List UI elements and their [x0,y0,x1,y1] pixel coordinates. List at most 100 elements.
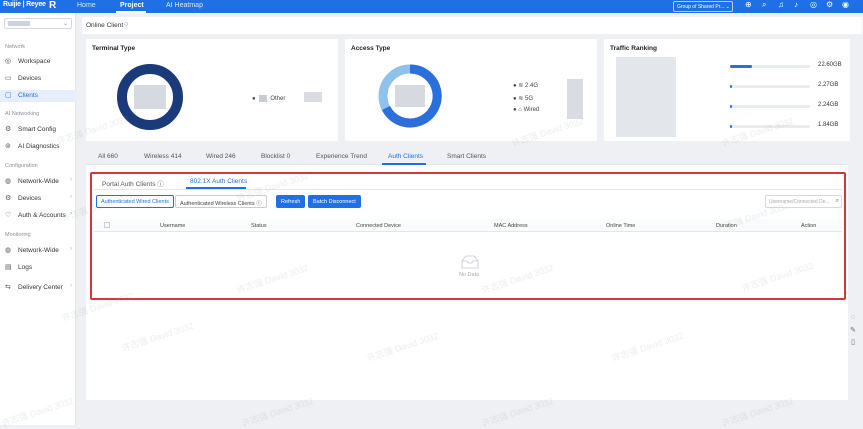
sidebar-item-workspace[interactable]: ◎ Workspace [0,56,76,68]
authenticated-wireless-clients-button[interactable]: Authenticated Wireless Clients ⓘ [175,195,267,208]
sidebar-item-smart-config[interactable]: ⚙ Smart Config [0,124,76,136]
wired-icon: ⌂ [518,107,522,113]
traffic-bar-track [730,85,810,88]
traffic-value: 22.60GB [818,62,842,68]
sidebar-item-logs[interactable]: ▤ Logs [0,262,76,274]
chevron-right-icon: › [70,194,72,200]
sidebar-item-label: AI Diagnostics [18,143,60,150]
logs-icon: ▤ [5,264,12,271]
traffic-value: 2.24GB [818,102,839,108]
user-icon[interactable]: ◉ [842,0,849,9]
sidebar-item-label: Smart Config [18,126,56,133]
search-icon[interactable]: ⌕ [762,0,766,10]
search-icon[interactable]: ⌕ [836,198,839,205]
ai-diagnostics-icon: ⊚ [5,143,11,150]
tab-blocklist[interactable]: Blocklist 0 [261,153,290,160]
terminal-type-card: Terminal Type ● Other [86,39,338,141]
legend-label: 5G [525,96,534,102]
chevron-right-icon: › [70,283,72,289]
access-type-donut [378,64,442,128]
client-tabs: All 660 Wireless 414 Wired 246 Blocklist… [86,149,846,165]
refresh-icon[interactable]: ○ [124,21,128,28]
feedback-icon[interactable]: ✎ [846,326,860,338]
tab-portal-auth-clients[interactable]: Portal Auth Clients ⓘ [102,178,164,188]
help-icon[interactable]: ⓘ [157,181,164,188]
batch-disconnect-button[interactable]: Batch Disconnect [308,195,361,208]
sidebar-item-label: Network-Wide [18,178,59,185]
blurred-client-names [616,57,676,137]
column-action[interactable]: Action [801,223,816,229]
site-select[interactable]: ⌄ [4,18,72,29]
settings-icon[interactable]: ⚙ [826,0,833,9]
sidebar-item-clients[interactable]: ▢ Clients [0,90,76,102]
auth-accounts-icon: ♡ [5,212,12,219]
sidebar-item-devices-config[interactable]: ⚙ Devices › [0,193,76,205]
traffic-value: 2.27GB [818,82,839,88]
sidebar-item-network-wide[interactable]: ◍ Network-Wide › [0,176,76,188]
sidebar-item-label: Devices [18,75,42,82]
tab-dot1x-auth-clients[interactable]: 802.1X Auth Clients [190,178,247,185]
network-wide-icon: ◍ [5,178,12,185]
sidebar-item-label: Logs [18,264,33,271]
tab-smart-clients[interactable]: Smart Clients [447,153,486,160]
refresh-button[interactable]: Refresh [276,195,306,208]
column-online-time[interactable]: Online Time [606,223,635,229]
search-input[interactable]: Username/Connected De... ⌕ [765,195,842,208]
table-header: Username Status Connected Device MAC Add… [94,219,842,232]
column-status[interactable]: Status [251,223,267,229]
wifi-icon: ≋ [518,96,524,102]
group-select-value: Group of Shared Pr... [677,4,725,10]
group-select[interactable]: Group of Shared Pr... ⌄ [673,1,733,12]
page-header: Online Client ○ [82,17,862,34]
column-connected-device[interactable]: Connected Device [356,223,401,229]
no-data-text: No Data [459,272,480,278]
clipboard-icon[interactable]: ▯ [846,338,860,350]
chevron-down-icon: ⌄ [62,21,68,27]
sidebar-item-monitor-network-wide[interactable]: ◍ Network-Wide › [0,245,76,257]
section-ai-networking: AI Networking [5,111,40,117]
globe-icon[interactable]: ◎ [810,0,817,9]
sidebar-item-auth-accounts[interactable]: ♡ Auth & Accounts › [0,210,76,222]
nav-project[interactable]: Project [120,2,144,9]
sidebar-item-ai-diagnostics[interactable]: ⊚ AI Diagnostics [0,141,76,153]
highlight-box [90,172,846,300]
tab-wired[interactable]: Wired 246 [206,153,236,160]
button-label: Authenticated Wireless Clients [180,201,255,207]
sidebar-item-label: Delivery Center [18,284,63,291]
select-all-checkbox[interactable] [104,222,110,228]
chat-icon[interactable]: ◌ [846,314,860,326]
top-navigation-bar: Ruijie | Reyee R Home Project AI Heatmap… [0,0,863,13]
column-username[interactable]: Username [160,223,185,229]
tab-wireless[interactable]: Wireless 414 [144,153,182,160]
sidebar-item-delivery-center[interactable]: ⇆ Delivery Center › [0,282,76,294]
wifi-icon: ≋ [518,83,524,89]
tab-experience-trend[interactable]: Experience Trend [316,153,367,160]
tab-auth-clients[interactable]: Auth Clients [388,153,423,160]
logo[interactable]: Ruijie | Reyee [3,1,46,8]
column-mac-address[interactable]: MAC Address [494,223,528,229]
terminal-type-donut [117,64,183,130]
column-duration[interactable]: Duration [716,223,737,229]
tab-all[interactable]: All 660 [98,153,118,160]
nav-home[interactable]: Home [77,2,96,9]
bell-icon[interactable]: ♪ [794,0,798,9]
traffic-bar [730,125,732,128]
info-icon: ⓘ [256,201,262,207]
traffic-row: 22.60GB [730,62,850,70]
authenticated-wired-clients-button[interactable]: Authenticated Wired Clients [96,195,174,208]
devices-config-icon: ⚙ [5,195,12,202]
add-icon[interactable]: ⊕ [745,0,752,9]
sidebar-item-devices[interactable]: ▭ Devices [0,73,76,85]
access-type-card: Access Type ● ≋ 2.4G ● ≋ 5G ● ⌂ Wired [345,39,597,141]
smart-config-icon: ⚙ [5,126,12,133]
traffic-bar [730,65,753,68]
sidebar-item-label: Workspace [18,58,51,65]
nav-ai-heatmap[interactable]: AI Heatmap [166,2,203,9]
card-title: Terminal Type [92,45,136,52]
alert-icon[interactable]: ♫ [778,0,784,9]
card-title: Access Type [351,45,391,52]
workspace-icon: ◎ [5,58,12,65]
sidebar-item-label: Auth & Accounts [18,212,66,219]
traffic-bar-track [730,125,810,128]
page-title: Online Client [86,22,124,29]
